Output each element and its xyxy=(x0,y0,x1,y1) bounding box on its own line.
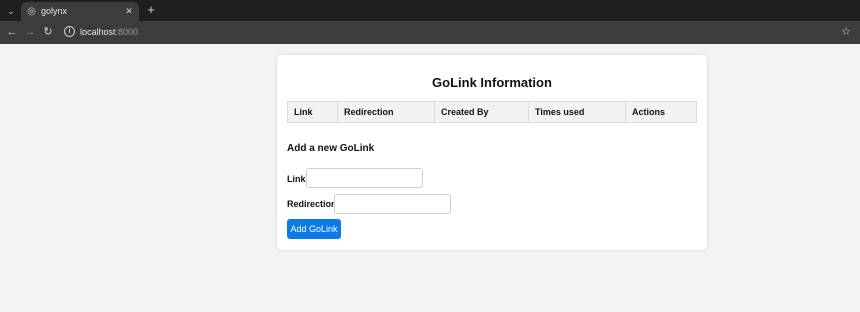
golinks-table: Link Redirection Created By Times used A… xyxy=(287,101,697,123)
page-title: GoLink Information xyxy=(432,75,552,90)
redirection-input[interactable] xyxy=(334,194,451,214)
link-input[interactable] xyxy=(306,168,423,188)
globe-icon: ◎ xyxy=(27,6,36,17)
golink-card: GoLink Information Link Redirection Crea… xyxy=(277,55,707,250)
star-icon[interactable]: ☆ xyxy=(840,25,852,39)
add-golink-button[interactable]: Add GoLink xyxy=(287,219,341,239)
url-port: :8000 xyxy=(115,27,139,37)
redirection-label: Redirection xyxy=(287,199,337,209)
link-label: Link xyxy=(287,174,306,184)
reload-icon[interactable]: ↻ xyxy=(41,25,55,39)
column-header-link: Link xyxy=(287,101,338,123)
plus-icon[interactable]: + xyxy=(144,3,158,17)
add-golink-heading: Add a new GoLink xyxy=(287,143,375,154)
column-header-redirection: Redirection xyxy=(337,101,435,123)
column-header-times-used: Times used xyxy=(528,101,626,123)
browser-tab[interactable]: ◎ golynx ✕ xyxy=(21,2,139,21)
info-icon[interactable]: i xyxy=(64,26,75,37)
arrow-right-icon[interactable]: → xyxy=(23,25,37,39)
column-header-created-by: Created By xyxy=(434,101,529,123)
browser-toolbar: ← → ↻ i localhost:8000 ☆ xyxy=(0,21,860,44)
url-host: localhost xyxy=(80,27,116,37)
close-icon[interactable]: ✕ xyxy=(123,5,135,17)
tab-title: golynx xyxy=(41,6,68,16)
column-header-actions: Actions xyxy=(625,101,697,123)
address-bar[interactable]: localhost:8000 xyxy=(80,26,138,39)
chevron-down-icon[interactable]: ⌄ xyxy=(4,4,18,18)
browser-tab-bar: ⌄ ◎ golynx ✕ + xyxy=(0,0,860,21)
arrow-left-icon[interactable]: ← xyxy=(5,25,19,39)
table-header-row: Link Redirection Created By Times used A… xyxy=(287,101,697,123)
